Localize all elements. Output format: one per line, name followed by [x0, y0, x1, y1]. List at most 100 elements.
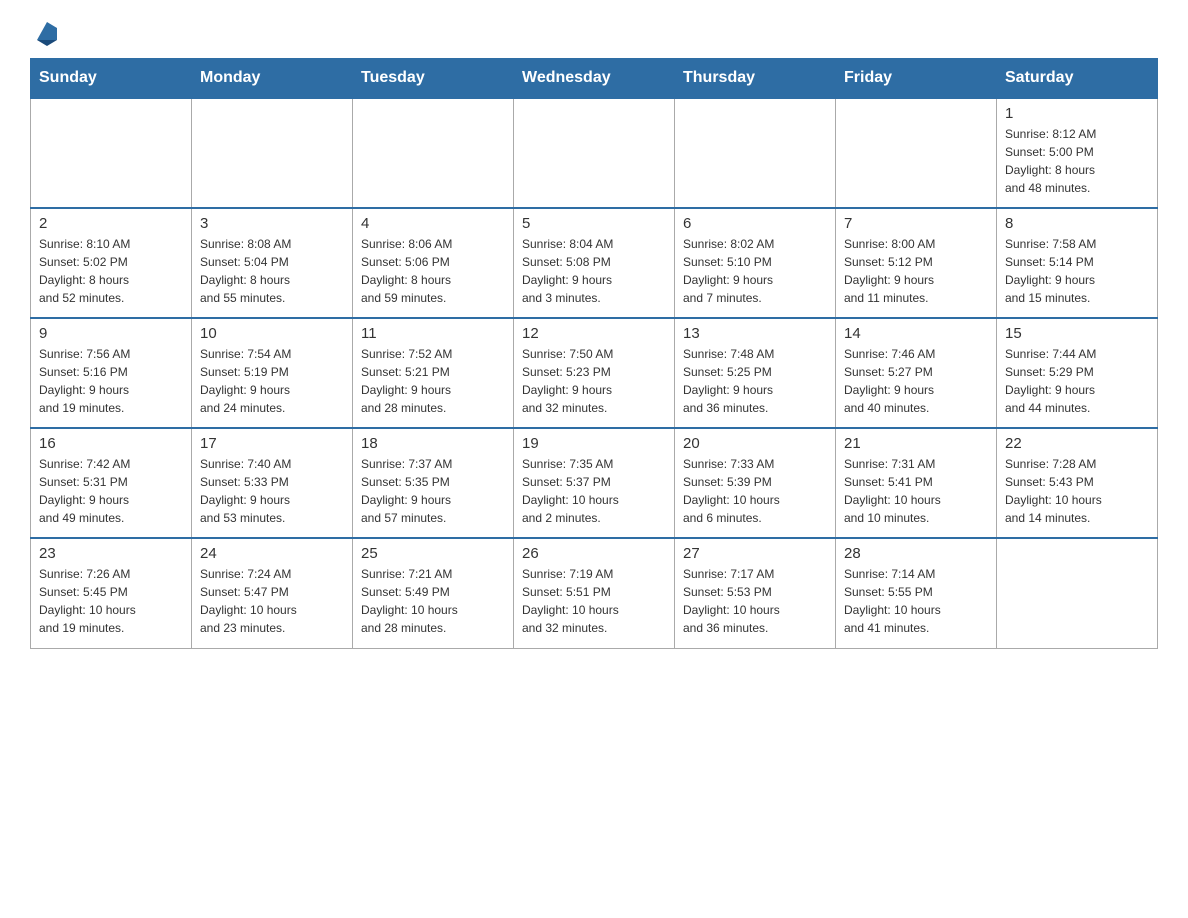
calendar-table: Sunday Monday Tuesday Wednesday Thursday… — [30, 58, 1158, 649]
day-number: 22 — [1005, 435, 1149, 452]
day-info: Sunrise: 7:44 AM Sunset: 5:29 PM Dayligh… — [1005, 345, 1149, 417]
calendar-cell: 9 Sunrise: 7:56 AM Sunset: 5:16 PM Daylig… — [31, 318, 192, 428]
day-number: 12 — [522, 325, 666, 342]
calendar-week-1: 2 Sunrise: 8:10 AM Sunset: 5:02 PM Daylig… — [31, 208, 1158, 318]
day-info: Sunrise: 8:12 AM Sunset: 5:00 PM Dayligh… — [1005, 125, 1149, 197]
day-number: 11 — [361, 325, 505, 342]
logo — [30, 20, 62, 46]
col-wednesday: Wednesday — [514, 59, 675, 99]
day-number: 15 — [1005, 325, 1149, 342]
day-info: Sunrise: 7:26 AM Sunset: 5:45 PM Dayligh… — [39, 565, 183, 637]
calendar-cell — [353, 98, 514, 208]
day-number: 25 — [361, 545, 505, 562]
calendar-cell: 14 Sunrise: 7:46 AM Sunset: 5:27 PM Dayli… — [836, 318, 997, 428]
calendar-cell: 13 Sunrise: 7:48 AM Sunset: 5:25 PM Dayli… — [675, 318, 836, 428]
calendar-cell: 5Sunrise: 8:04 AM Sunset: 5:08 PM Daylig… — [514, 208, 675, 318]
calendar-cell: 10 Sunrise: 7:54 AM Sunset: 5:19 PM Dayli… — [192, 318, 353, 428]
day-number: 21 — [844, 435, 988, 452]
calendar-cell: 21 Sunrise: 7:31 AM Sunset: 5:41 PM Dayli… — [836, 428, 997, 538]
day-number: 28 — [844, 545, 988, 562]
calendar-cell — [192, 98, 353, 208]
day-info: Sunrise: 8:10 AM Sunset: 5:02 PM Dayligh… — [39, 235, 183, 307]
day-number: 7 — [844, 215, 988, 232]
calendar-cell: 17 Sunrise: 7:40 AM Sunset: 5:33 PM Dayli… — [192, 428, 353, 538]
col-monday: Monday — [192, 59, 353, 99]
day-info: Sunrise: 7:56 AM Sunset: 5:16 PM Dayligh… — [39, 345, 183, 417]
day-info: Sunrise: 7:37 AM Sunset: 5:35 PM Dayligh… — [361, 455, 505, 527]
calendar-cell: 6 Sunrise: 8:02 AM Sunset: 5:10 PM Daylig… — [675, 208, 836, 318]
day-number: 2 — [39, 215, 183, 232]
calendar-cell: 24 Sunrise: 7:24 AM Sunset: 5:47 PM Dayli… — [192, 538, 353, 648]
day-info: Sunrise: 7:35 AM Sunset: 5:37 PM Dayligh… — [522, 455, 666, 527]
calendar-cell — [514, 98, 675, 208]
calendar-cell: 18 Sunrise: 7:37 AM Sunset: 5:35 PM Dayli… — [353, 428, 514, 538]
day-number: 20 — [683, 435, 827, 452]
calendar-cell — [836, 98, 997, 208]
calendar-week-0: 1 Sunrise: 8:12 AM Sunset: 5:00 PM Daylig… — [31, 98, 1158, 208]
day-info: Sunrise: 7:17 AM Sunset: 5:53 PM Dayligh… — [683, 565, 827, 637]
calendar-week-2: 9 Sunrise: 7:56 AM Sunset: 5:16 PM Daylig… — [31, 318, 1158, 428]
calendar-cell: 7 Sunrise: 8:00 AM Sunset: 5:12 PM Daylig… — [836, 208, 997, 318]
calendar-cell: 8Sunrise: 7:58 AM Sunset: 5:14 PM Daylig… — [997, 208, 1158, 318]
day-info: Sunrise: 7:52 AM Sunset: 5:21 PM Dayligh… — [361, 345, 505, 417]
day-info: Sunrise: 7:33 AM Sunset: 5:39 PM Dayligh… — [683, 455, 827, 527]
day-info: Sunrise: 7:24 AM Sunset: 5:47 PM Dayligh… — [200, 565, 344, 637]
day-number: 13 — [683, 325, 827, 342]
col-saturday: Saturday — [997, 59, 1158, 99]
calendar-cell: 26 Sunrise: 7:19 AM Sunset: 5:51 PM Dayli… — [514, 538, 675, 648]
calendar-week-3: 16 Sunrise: 7:42 AM Sunset: 5:31 PM Dayli… — [31, 428, 1158, 538]
calendar-cell — [31, 98, 192, 208]
day-number: 17 — [200, 435, 344, 452]
day-info: Sunrise: 8:06 AM Sunset: 5:06 PM Dayligh… — [361, 235, 505, 307]
page-header — [30, 20, 1158, 46]
day-number: 9 — [39, 325, 183, 342]
day-number: 24 — [200, 545, 344, 562]
day-info: Sunrise: 7:58 AM Sunset: 5:14 PM Dayligh… — [1005, 235, 1149, 307]
day-number: 16 — [39, 435, 183, 452]
day-info: Sunrise: 8:00 AM Sunset: 5:12 PM Dayligh… — [844, 235, 988, 307]
day-number: 26 — [522, 545, 666, 562]
day-number: 23 — [39, 545, 183, 562]
calendar-header-row: Sunday Monday Tuesday Wednesday Thursday… — [31, 59, 1158, 99]
day-number: 6 — [683, 215, 827, 232]
calendar-cell: 3 Sunrise: 8:08 AM Sunset: 5:04 PM Daylig… — [192, 208, 353, 318]
logo-icon — [32, 18, 62, 48]
day-info: Sunrise: 7:40 AM Sunset: 5:33 PM Dayligh… — [200, 455, 344, 527]
day-info: Sunrise: 7:28 AM Sunset: 5:43 PM Dayligh… — [1005, 455, 1149, 527]
calendar-cell — [997, 538, 1158, 648]
day-info: Sunrise: 7:54 AM Sunset: 5:19 PM Dayligh… — [200, 345, 344, 417]
day-number: 18 — [361, 435, 505, 452]
day-info: Sunrise: 7:48 AM Sunset: 5:25 PM Dayligh… — [683, 345, 827, 417]
day-info: Sunrise: 7:42 AM Sunset: 5:31 PM Dayligh… — [39, 455, 183, 527]
calendar-cell: 20 Sunrise: 7:33 AM Sunset: 5:39 PM Dayli… — [675, 428, 836, 538]
day-number: 19 — [522, 435, 666, 452]
calendar-cell: 16 Sunrise: 7:42 AM Sunset: 5:31 PM Dayli… — [31, 428, 192, 538]
day-info: Sunrise: 7:14 AM Sunset: 5:55 PM Dayligh… — [844, 565, 988, 637]
day-info: Sunrise: 8:04 AM Sunset: 5:08 PM Dayligh… — [522, 235, 666, 307]
calendar-cell: 1 Sunrise: 8:12 AM Sunset: 5:00 PM Daylig… — [997, 98, 1158, 208]
calendar-cell: 22 Sunrise: 7:28 AM Sunset: 5:43 PM Dayli… — [997, 428, 1158, 538]
calendar-cell: 2 Sunrise: 8:10 AM Sunset: 5:02 PM Daylig… — [31, 208, 192, 318]
calendar-week-4: 23 Sunrise: 7:26 AM Sunset: 5:45 PM Dayli… — [31, 538, 1158, 648]
calendar-cell: 12 Sunrise: 7:50 AM Sunset: 5:23 PM Dayli… — [514, 318, 675, 428]
calendar-cell: 27 Sunrise: 7:17 AM Sunset: 5:53 PM Dayli… — [675, 538, 836, 648]
day-info: Sunrise: 7:50 AM Sunset: 5:23 PM Dayligh… — [522, 345, 666, 417]
calendar-cell: 4 Sunrise: 8:06 AM Sunset: 5:06 PM Daylig… — [353, 208, 514, 318]
day-info: Sunrise: 7:46 AM Sunset: 5:27 PM Dayligh… — [844, 345, 988, 417]
calendar-cell: 25 Sunrise: 7:21 AM Sunset: 5:49 PM Dayli… — [353, 538, 514, 648]
day-number: 14 — [844, 325, 988, 342]
col-thursday: Thursday — [675, 59, 836, 99]
day-info: Sunrise: 7:19 AM Sunset: 5:51 PM Dayligh… — [522, 565, 666, 637]
day-number: 10 — [200, 325, 344, 342]
calendar-cell: 23 Sunrise: 7:26 AM Sunset: 5:45 PM Dayli… — [31, 538, 192, 648]
day-number: 4 — [361, 215, 505, 232]
day-number: 3 — [200, 215, 344, 232]
day-info: Sunrise: 7:21 AM Sunset: 5:49 PM Dayligh… — [361, 565, 505, 637]
calendar-cell — [675, 98, 836, 208]
day-info: Sunrise: 8:02 AM Sunset: 5:10 PM Dayligh… — [683, 235, 827, 307]
calendar-cell: 19 Sunrise: 7:35 AM Sunset: 5:37 PM Dayli… — [514, 428, 675, 538]
day-info: Sunrise: 8:08 AM Sunset: 5:04 PM Dayligh… — [200, 235, 344, 307]
day-number: 1 — [1005, 105, 1149, 122]
day-info: Sunrise: 7:31 AM Sunset: 5:41 PM Dayligh… — [844, 455, 988, 527]
day-number: 27 — [683, 545, 827, 562]
